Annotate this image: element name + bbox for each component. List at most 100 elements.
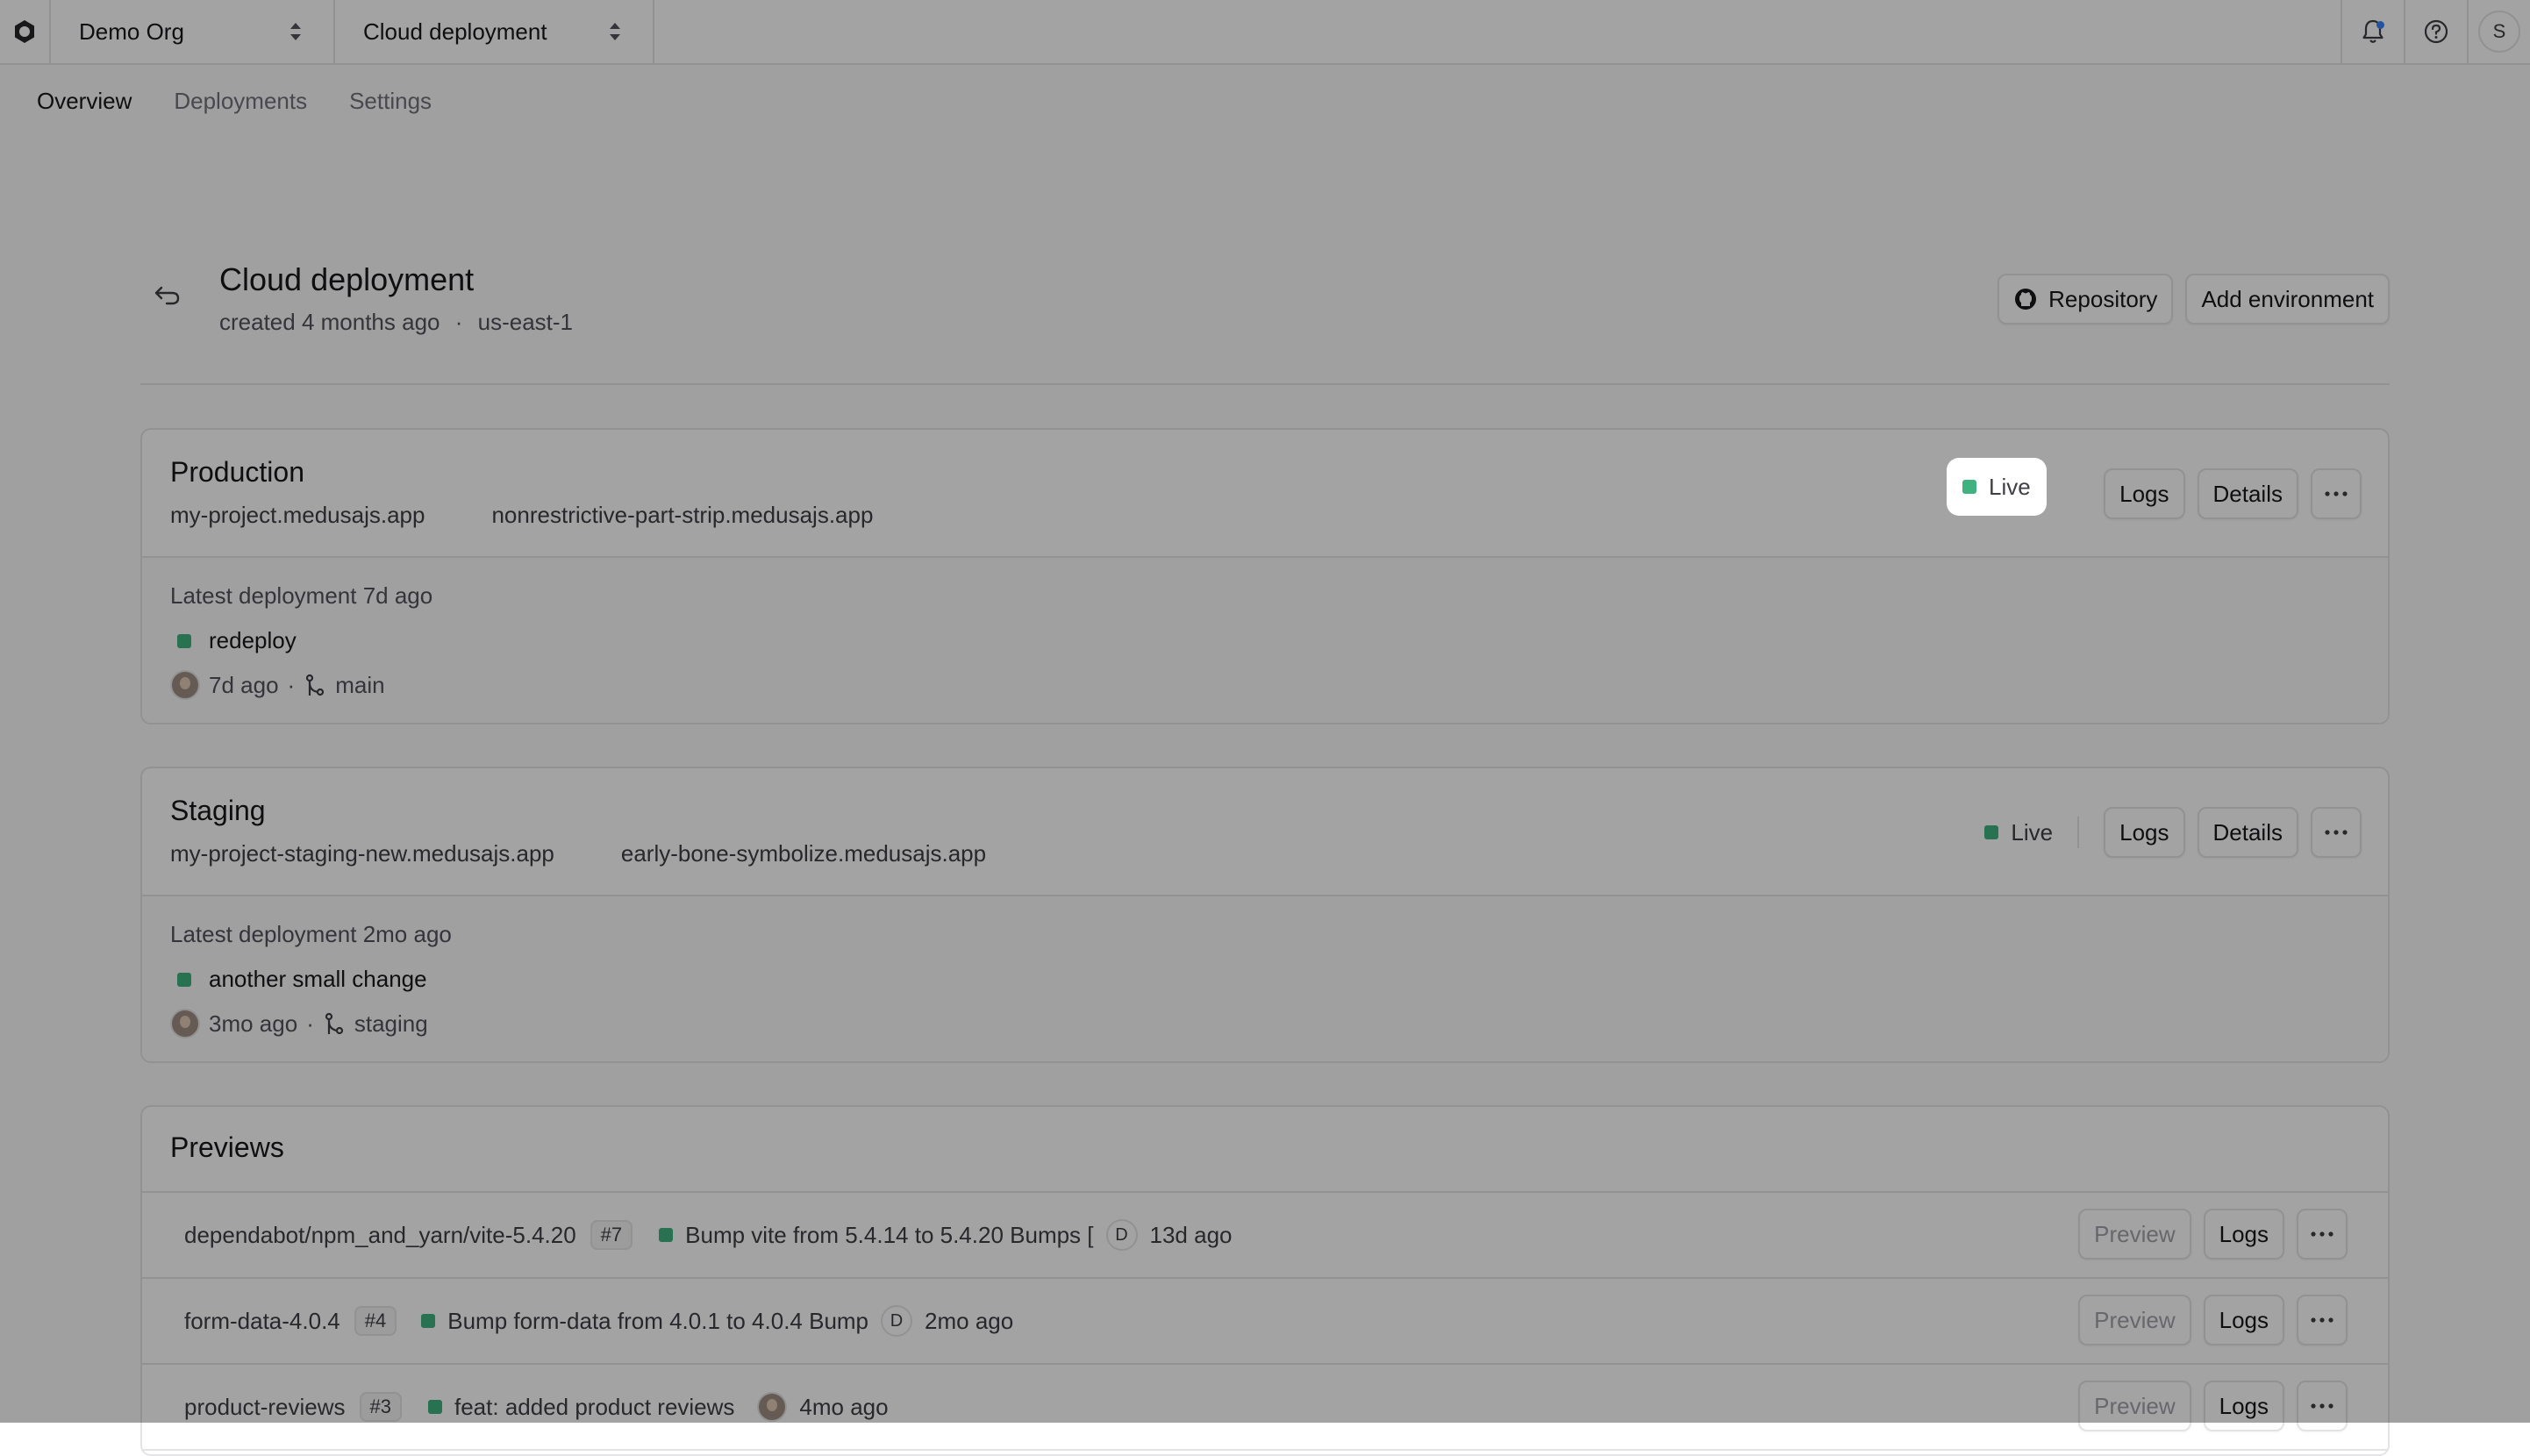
notification-dot: [2376, 21, 2384, 29]
more-horizontal-icon: [2311, 1231, 2333, 1237]
preview-label: Preview: [2094, 1306, 2176, 1333]
more-options-button[interactable]: [2311, 468, 2362, 519]
project-meta: created 4 months ago · us-east-1: [219, 309, 573, 336]
preview-age: 13d ago: [1149, 1221, 1233, 1248]
preview-actions: Preview Logs: [2078, 1295, 2348, 1345]
preview-button[interactable]: Preview: [2078, 1381, 2191, 1431]
org-switcher[interactable]: Demo Org: [51, 0, 335, 63]
more-options-button[interactable]: [2297, 1295, 2348, 1345]
domain-link[interactable]: early-bone-symbolize.medusajs.app: [621, 840, 986, 867]
logs-label: Logs: [2219, 1306, 2269, 1333]
commit-age: 7d ago: [209, 671, 279, 698]
logs-button[interactable]: Logs: [2203, 1295, 2284, 1345]
app-logo[interactable]: [0, 0, 51, 63]
help-button[interactable]: [2404, 0, 2467, 63]
header-divider: [140, 383, 2390, 385]
details-button[interactable]: Details: [2197, 468, 2298, 519]
previews-title: Previews: [170, 1131, 284, 1163]
preview-branch: form-data-4.0.4: [184, 1307, 340, 1334]
user-menu-button[interactable]: S: [2467, 0, 2530, 63]
pr-number-badge[interactable]: #4: [354, 1306, 397, 1336]
preview-row[interactable]: form-data-4.0.4 #4 Bump form-data from 4…: [142, 1279, 2388, 1365]
chevron-up-down-icon: [610, 23, 620, 40]
back-arrow-icon[interactable]: [153, 282, 182, 307]
preview-commit-message: Bump vite from 5.4.14 to 5.4.20 Bumps [: [685, 1221, 1094, 1248]
commit-row[interactable]: redeploy: [177, 627, 297, 654]
pr-number-badge[interactable]: #7: [590, 1220, 633, 1250]
status-dot: [177, 972, 191, 987]
preview-row[interactable]: dependabot/npm_and_yarn/vite-5.4.20 #7 B…: [142, 1193, 2388, 1279]
more-horizontal-icon: [2311, 1317, 2333, 1323]
commit-message: another small change: [209, 966, 427, 992]
previews-card: Previews dependabot/npm_and_yarn/vite-5.…: [140, 1105, 2390, 1456]
domain-link[interactable]: my-project.medusajs.app: [170, 502, 425, 529]
environment-header: Staging my-project-staging-new.medusajs.…: [142, 768, 2388, 896]
project-switcher[interactable]: Cloud deployment: [335, 0, 654, 63]
top-bar: Demo Org Cloud deployment S: [0, 0, 2530, 65]
preview-row[interactable]: product-reviews #3 feat: added product r…: [142, 1365, 2388, 1451]
status-dot: [659, 1228, 674, 1242]
branch-name: main: [335, 671, 385, 698]
environment-domains: my-project.medusajs.app nonrestrictive-p…: [170, 502, 873, 529]
pr-number-badge[interactable]: #3: [359, 1392, 402, 1422]
author-avatar: D: [881, 1305, 913, 1337]
more-options-button[interactable]: [2297, 1381, 2348, 1431]
more-options-button[interactable]: [2297, 1209, 2348, 1260]
chevron-up-down-icon: [290, 23, 301, 40]
add-environment-button[interactable]: Add environment: [2185, 274, 2390, 325]
preview-button[interactable]: Preview: [2078, 1209, 2191, 1260]
top-bar-actions: S: [2341, 0, 2530, 63]
status-dot: [1984, 825, 1999, 839]
tab-deployments[interactable]: Deployments: [174, 88, 307, 115]
repository-button[interactable]: Repository: [1998, 274, 2174, 325]
status-dot: [177, 633, 191, 648]
logs-button[interactable]: Logs: [2104, 468, 2185, 519]
preview-commit-message: Bump form-data from 4.0.1 to 4.0.4 Bump: [447, 1307, 869, 1334]
details-label: Details: [2212, 480, 2283, 507]
logs-label: Logs: [2119, 818, 2169, 846]
more-horizontal-icon: [2311, 1403, 2333, 1409]
commit-age: 3mo ago: [209, 1010, 298, 1037]
meta-separator: ·: [306, 1010, 314, 1037]
environment-header: Production my-project.medusajs.app nonre…: [142, 430, 2388, 558]
created-text: created 4 months ago: [219, 309, 440, 335]
previews-header: Previews: [142, 1107, 2388, 1193]
project-name: Cloud deployment: [363, 18, 547, 45]
divider: [2077, 817, 2080, 848]
details-button[interactable]: Details: [2197, 807, 2298, 858]
preview-age: 4mo ago: [799, 1393, 889, 1420]
commit-meta: 3mo ago · staging: [170, 1009, 428, 1038]
more-options-button[interactable]: [2311, 807, 2362, 858]
branch-name: staging: [354, 1010, 428, 1037]
logs-label: Logs: [2219, 1220, 2269, 1247]
logs-label: Logs: [2119, 480, 2169, 507]
domain-link[interactable]: my-project-staging-new.medusajs.app: [170, 840, 554, 867]
preview-commit-message: feat: added product reviews: [454, 1393, 735, 1420]
status-dot: [1962, 480, 1976, 494]
logs-button[interactable]: Logs: [2203, 1381, 2284, 1431]
author-avatar: [170, 1009, 200, 1038]
live-status-highlight[interactable]: Live: [1948, 460, 2045, 514]
environment-card-production: Production my-project.medusajs.app nonre…: [140, 428, 2390, 724]
tab-settings[interactable]: Settings: [349, 88, 432, 115]
preview-label: Preview: [2094, 1392, 2176, 1419]
live-status[interactable]: Live: [1970, 805, 2067, 860]
latest-deployment-label: Latest deployment 2mo ago: [170, 921, 452, 947]
latest-deployment-label: Latest deployment 7d ago: [170, 582, 433, 609]
tab-overview[interactable]: Overview: [37, 88, 132, 115]
author-avatar: [757, 1392, 788, 1422]
logs-button[interactable]: Logs: [2203, 1209, 2284, 1260]
meta-separator: ·: [287, 671, 296, 698]
domain-link[interactable]: nonrestrictive-part-strip.medusajs.app: [491, 502, 873, 529]
status-label: Live: [1989, 473, 2031, 500]
git-branch-icon: [325, 1012, 343, 1035]
preview-button[interactable]: Preview: [2078, 1295, 2191, 1345]
region-text: us-east-1: [477, 309, 574, 335]
commit-row[interactable]: another small change: [177, 966, 427, 993]
notifications-button[interactable]: [2341, 0, 2404, 63]
help-icon: [2424, 19, 2448, 44]
latest-deployment-section: Latest deployment 2mo ago another small …: [142, 896, 2388, 1061]
page-title: Cloud deployment: [219, 261, 475, 297]
logs-button[interactable]: Logs: [2104, 807, 2185, 858]
logo-icon: [15, 20, 34, 43]
